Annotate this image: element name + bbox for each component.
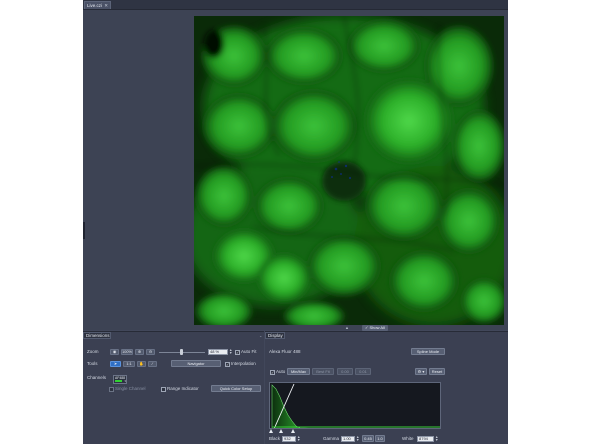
navigator-label: Navigator	[187, 361, 205, 366]
range-indicator-checkbox[interactable]	[161, 387, 166, 392]
histogram-graphic	[270, 383, 440, 428]
percent-high-value: 0.01	[359, 369, 367, 374]
zoom-out-icon: ⊖	[148, 350, 153, 354]
document-tab-bar: Live.czi ✕	[83, 0, 508, 10]
check-icon: ✓	[365, 325, 369, 330]
black-spinner-icon[interactable]: ▲ ▼	[297, 435, 300, 442]
display-settings-button[interactable]: ⚙ ▾	[415, 368, 427, 375]
tab-dimensions-label: Dimensions	[86, 333, 110, 338]
gamma-low-label: 0.45	[364, 436, 372, 441]
zen-application-window: Live.czi ✕ ▲ ✓ Show All Dimensions ⌄ Zoo…	[83, 0, 508, 444]
channels-label: Channels	[87, 375, 107, 380]
auto-fit-label: Auto Fit	[241, 349, 257, 354]
histogram-display[interactable]	[269, 382, 441, 429]
fluorescence-image[interactable]	[194, 16, 504, 325]
zoom-value: 48 %	[210, 349, 220, 354]
gamma-value-field[interactable]: 1.00	[341, 436, 355, 442]
collapse-arrow-icon[interactable]: ▲	[345, 325, 349, 330]
gamma-high-button[interactable]: 1.0	[375, 435, 385, 442]
quick-color-setup-button[interactable]: Quick Color Setup	[211, 385, 261, 392]
display-panel: Display Alexa Fluor 488 Spline Mode ✓ Au…	[265, 331, 508, 444]
zoom-100-button[interactable]: 100%	[121, 349, 133, 355]
ruler-icon: ∕	[152, 362, 153, 366]
gamma-spinner-icon[interactable]: ▲ ▼	[356, 435, 359, 442]
dimensions-panel: Dimensions ⌄ Zoom ◉ 100% ⊕ ⊖ 48 % ▲ ▼ ✓ A…	[83, 331, 264, 444]
zoom-value-field[interactable]: 48 %	[208, 349, 228, 355]
pointer-icon: ➤	[113, 362, 118, 366]
black-label: Black	[269, 436, 281, 441]
zoom-100-label: 100%	[122, 350, 132, 354]
navigator-button[interactable]: Navigator	[171, 360, 221, 367]
gamma-low-button[interactable]: 0.45	[362, 435, 374, 442]
interpolation-label: Interpolation	[231, 361, 256, 366]
black-value: 932	[284, 436, 291, 441]
zoom-slider-knob[interactable]	[180, 349, 183, 355]
image-viewer: ▲ ✓ Show All	[83, 10, 508, 331]
percent-low-value: 0.00	[341, 369, 349, 374]
black-value-field[interactable]: 932	[282, 436, 296, 442]
single-channel-label: Single Channel	[115, 386, 146, 391]
reset-button[interactable]: Reset	[429, 368, 445, 375]
white-value-field[interactable]: 8794	[417, 436, 434, 442]
zoom-label: Zoom	[87, 349, 99, 354]
best-fit-label: Best Fit	[316, 369, 330, 374]
gamma-high-label: 1.0	[377, 436, 383, 441]
gear-icon: ⚙ ▾	[417, 369, 425, 374]
white-value: 8794	[419, 436, 428, 441]
interpolation-checkbox[interactable]: ✓	[225, 362, 230, 367]
spline-mode-label: Spline Mode	[416, 349, 440, 354]
quick-color-setup-label: Quick Color Setup	[219, 386, 253, 391]
percent-low-field[interactable]: 0.00	[337, 368, 353, 375]
histogram-handles[interactable]	[269, 429, 329, 433]
gamma-label: Gamma	[323, 436, 340, 441]
spline-mode-button[interactable]: Spline Mode	[411, 348, 445, 355]
white-label: White	[402, 436, 414, 441]
channel-af488-button[interactable]: AF488 ▾	[113, 375, 127, 384]
close-icon[interactable]: ✕	[104, 2, 108, 9]
tool-1to1-label: 1:1	[126, 362, 132, 366]
minmax-label: Min/Max	[290, 369, 307, 374]
hand-icon: ✋	[139, 362, 144, 366]
white-spinner-icon[interactable]: ▲ ▼	[435, 435, 438, 442]
reset-label: Reset	[431, 369, 443, 374]
tab-display-label: Display	[268, 333, 283, 338]
single-channel-checkbox[interactable]	[109, 387, 114, 392]
tab-dimensions[interactable]: Dimensions	[83, 332, 111, 339]
tools-label: Tools	[87, 361, 98, 366]
pointer-tool-button[interactable]: ➤	[110, 361, 121, 367]
channel-title: Alexa Fluor 488	[269, 349, 301, 354]
zoom-spinner-icon[interactable]: ▲ ▼	[229, 348, 232, 355]
side-panel-handle[interactable]	[83, 222, 85, 239]
chevron-down-icon[interactable]: ▾	[124, 379, 126, 383]
range-indicator-label: Range Indicator	[167, 386, 199, 391]
zoom-fit-button[interactable]: ◉	[110, 349, 119, 355]
document-tab-label: Live.czi	[87, 3, 103, 8]
document-tab[interactable]: Live.czi ✕	[84, 1, 111, 9]
best-fit-button[interactable]: Best Fit	[312, 368, 334, 375]
panel-menu-icon[interactable]: ⌄	[259, 333, 262, 338]
show-all-label: Show All	[369, 325, 385, 330]
minmax-button[interactable]: Min/Max	[287, 368, 310, 375]
cell-image-graphic	[194, 16, 504, 325]
zoom-in-icon: ⊕	[137, 350, 142, 354]
auto-label: Auto	[276, 369, 286, 374]
pan-tool-button[interactable]: ✋	[137, 361, 146, 367]
auto-checkbox[interactable]: ✓	[270, 370, 275, 375]
percent-high-field[interactable]: 0.01	[355, 368, 371, 375]
zoom-in-button[interactable]: ⊕	[135, 349, 144, 355]
auto-fit-checkbox[interactable]: ✓	[235, 350, 240, 355]
tab-display[interactable]: Display	[265, 332, 285, 339]
zoom-out-button[interactable]: ⊖	[146, 349, 155, 355]
channel-color-swatch	[115, 380, 122, 382]
tool-1to1-button[interactable]: 1:1	[123, 361, 135, 367]
eye-icon: ◉	[112, 350, 117, 354]
gamma-value: 1.00	[343, 436, 351, 441]
measure-tool-button[interactable]: ∕	[148, 361, 157, 367]
